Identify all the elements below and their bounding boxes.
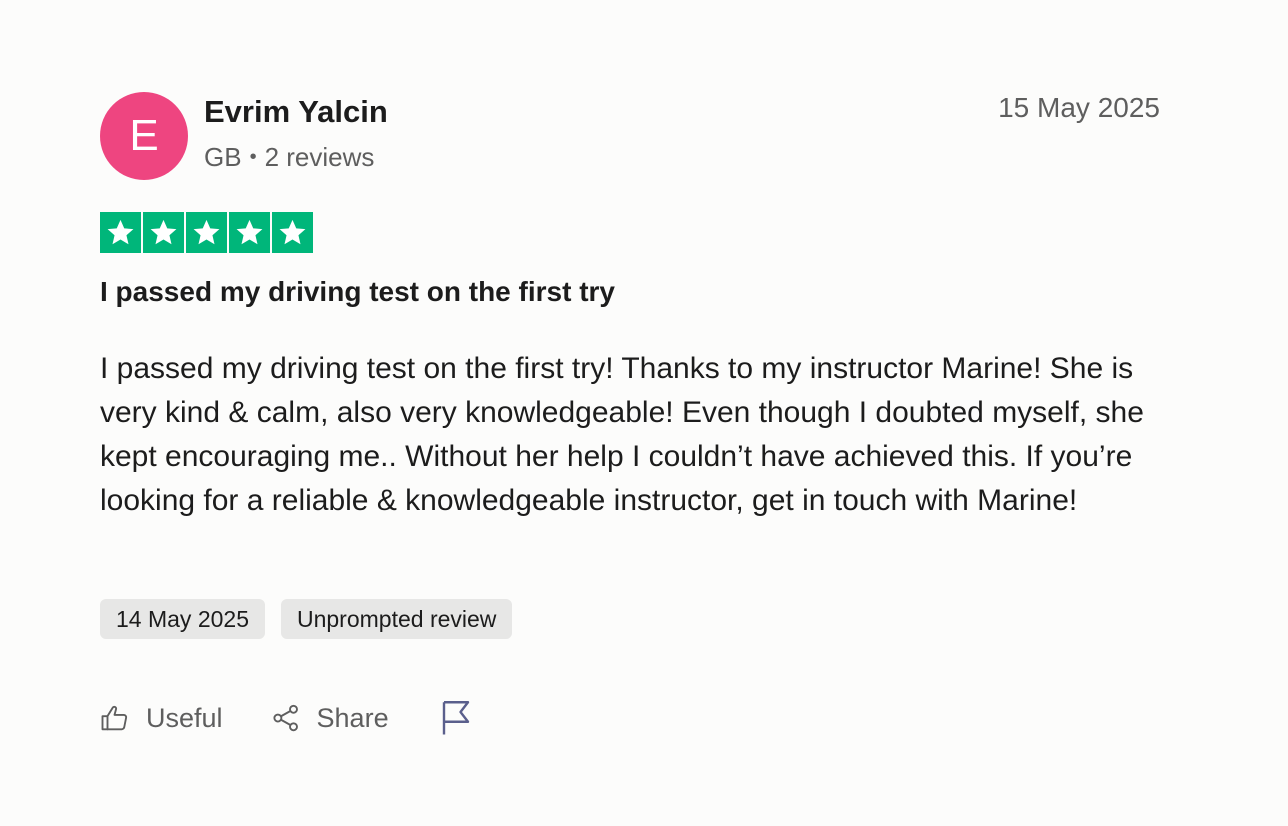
experience-date-tag: 14 May 2025 (100, 599, 265, 639)
star-icon (186, 212, 227, 253)
star-icon (272, 212, 313, 253)
report-button[interactable] (441, 700, 471, 736)
review-card: E Evrim Yalcin GB • 2 reviews 15 May 2025 … (100, 92, 1160, 735)
useful-button[interactable]: Useful (100, 703, 223, 734)
review-actions: Useful Share (100, 700, 471, 736)
star-icon (100, 212, 141, 253)
review-body: I passed my driving test on the first tr… (100, 352, 1144, 517)
reviewer-name[interactable]: Evrim Yalcin (204, 94, 388, 130)
reviewer-review-count: 2 reviews (264, 142, 375, 172)
star-icon (229, 212, 270, 253)
flag-icon (441, 700, 471, 736)
review-tags: 14 May 2025 Unprompted review (100, 599, 513, 639)
share-button[interactable]: Share (271, 703, 389, 734)
star-icon (143, 212, 184, 253)
review-date: 15 May 2025 (998, 92, 1160, 123)
review-title[interactable]: I passed my driving test on the first tr… (100, 276, 615, 308)
thumbs-up-icon (100, 703, 130, 733)
useful-label: Useful (146, 702, 223, 733)
avatar[interactable]: E (100, 92, 188, 180)
review-header: E Evrim Yalcin GB • 2 reviews 15 May 2025 (100, 92, 1160, 180)
star-rating (100, 212, 313, 253)
review-type-tag[interactable]: Unprompted review (280, 599, 513, 639)
share-label: Share (316, 702, 389, 733)
separator-dot: • (249, 146, 257, 168)
reviewer-country: GB (204, 142, 242, 172)
share-icon (271, 703, 301, 733)
reviewer-meta: GB • 2 reviews (204, 142, 374, 173)
